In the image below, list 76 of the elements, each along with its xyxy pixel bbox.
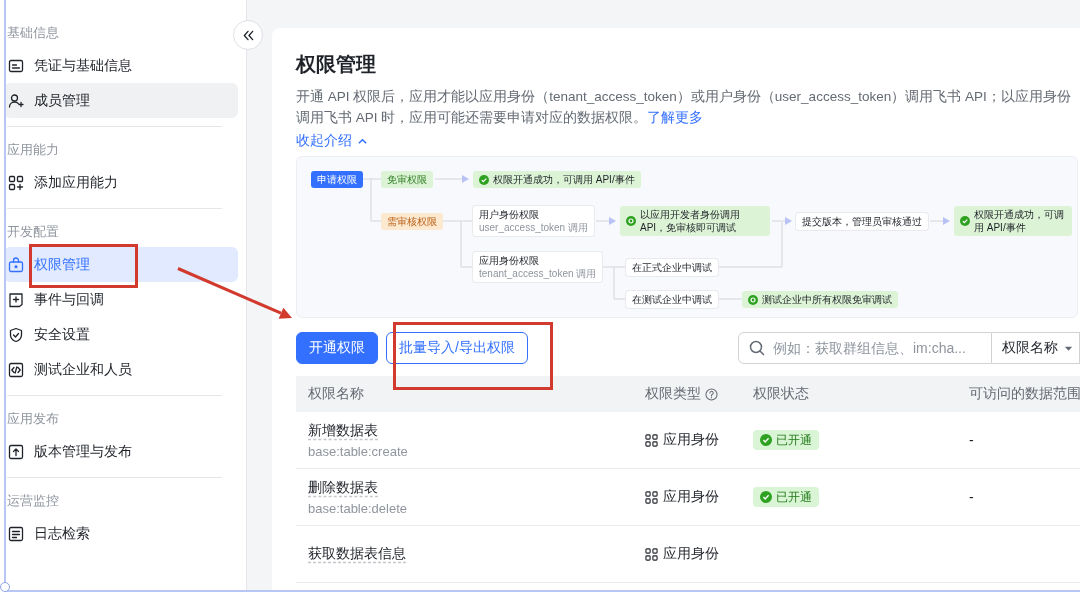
sidebar-item[interactable]: 日志检索	[4, 516, 238, 551]
search-field[interactable]: 例如：获取群组信息、im:cha...	[738, 332, 992, 364]
import-export-button[interactable]: 批量导入/导出权限	[386, 332, 528, 364]
sidebar-item[interactable]: 权限管理	[4, 247, 238, 282]
code-icon	[8, 361, 24, 378]
flow-node: 权限开通成功，可调用 API/事件	[954, 206, 1072, 236]
page-title: 权限管理	[296, 52, 377, 77]
flow-node: 测试企业中所有权限免审调试	[742, 291, 898, 308]
shield-icon	[8, 326, 24, 343]
sidebar-item[interactable]: 成员管理	[4, 83, 238, 118]
connector-arrow	[595, 217, 616, 225]
column-header: 可访问的数据范围	[969, 385, 1080, 403]
permission-type: 应用身份	[663, 488, 719, 506]
flow-node: 用户身份权限 user_access_token 调用	[473, 206, 594, 236]
grid-icon	[645, 547, 658, 561]
description: 开通 API 权限后，应用才能以应用身份（tenant_access_token）或用户身份（user_access_token）调用飞书 API；以应用身份调用飞书 API 时，应用可能还需要申请对应的数据权限。了解更多	[296, 88, 1072, 127]
double-chevron-left-icon	[241, 28, 255, 42]
lock-icon	[8, 256, 24, 273]
upload-icon	[8, 443, 24, 460]
connector-line	[717, 221, 783, 268]
id-card-icon	[8, 57, 24, 74]
connector-arrow	[434, 175, 469, 183]
permission-name: 新增数据表	[308, 421, 378, 440]
filter-select[interactable]: 权限名称	[992, 332, 1080, 364]
permission-code: base:table:delete	[308, 500, 408, 516]
section-heading: 运营监控	[6, 492, 60, 510]
sidebar-item[interactable]: 测试企业和人员	[4, 352, 238, 387]
document-icon	[8, 525, 24, 542]
connector-arrow	[771, 217, 792, 225]
flow-node: 应用身份权限 tenant_access_token 调用	[473, 252, 603, 282]
column-header: 权限类型	[645, 385, 701, 403]
check-icon	[479, 174, 489, 185]
learn-more-link[interactable]: 了解更多	[647, 110, 704, 125]
sidebar-item[interactable]: 添加应用能力	[4, 165, 238, 200]
flow-node: 权限开通成功，可调用 API/事件	[473, 171, 641, 188]
data-scope: -	[969, 489, 974, 505]
permission-code: base:table:create	[308, 443, 408, 459]
check-icon	[760, 434, 772, 446]
flow-node: 需审核权限	[381, 213, 443, 230]
sidebar-item[interactable]: 凭证与基础信息	[4, 48, 238, 83]
grid-icon	[645, 433, 658, 447]
section-heading: 应用能力	[6, 141, 60, 159]
data-scope: -	[969, 432, 974, 448]
sidebar-item[interactable]: 安全设置	[4, 317, 238, 352]
section-heading: 应用发布	[6, 410, 60, 428]
check-icon	[960, 216, 970, 226]
help-icon[interactable]	[705, 387, 718, 401]
flow-node: 在测试企业中调试	[626, 291, 718, 308]
search-icon	[749, 340, 765, 356]
section-heading: 开发配置	[6, 223, 60, 241]
flow-node: 申请权限	[311, 171, 363, 188]
enable-button[interactable]: 开通权限	[296, 332, 378, 364]
permission-name: 删除数据表	[308, 478, 378, 497]
circle-icon	[748, 294, 758, 305]
flow-node: 在正式企业中调试	[626, 259, 718, 276]
sidebar-item[interactable]: 事件与回调	[4, 282, 238, 317]
flow-node: 提交版本，管理员审核通过	[796, 213, 928, 230]
permission-name: 获取数据表信息	[308, 545, 406, 563]
sidebar-item[interactable]: 版本管理与发布	[4, 434, 238, 469]
flow-node: 以应用开发者身份调用 API，免审核即可调试	[620, 206, 770, 236]
collapse-link[interactable]: 收起介绍	[296, 132, 368, 150]
circle-icon	[626, 216, 636, 226]
status-text: 已开通	[776, 431, 812, 449]
column-header: 权限名称	[308, 385, 364, 403]
status-text: 已开通	[776, 488, 812, 506]
selection-handle[interactable]	[0, 582, 10, 592]
add-grid-icon	[8, 174, 24, 191]
column-header: 权限状态	[753, 385, 809, 403]
permission-type: 应用身份	[663, 431, 719, 449]
grid-icon	[645, 490, 658, 504]
user-add-icon	[8, 92, 24, 109]
flow-node: 免审权限	[381, 171, 433, 188]
permission-type: 应用身份	[663, 545, 719, 563]
connector-arrow	[929, 217, 950, 225]
section-heading: 基础信息	[6, 24, 60, 42]
check-icon	[760, 491, 772, 503]
